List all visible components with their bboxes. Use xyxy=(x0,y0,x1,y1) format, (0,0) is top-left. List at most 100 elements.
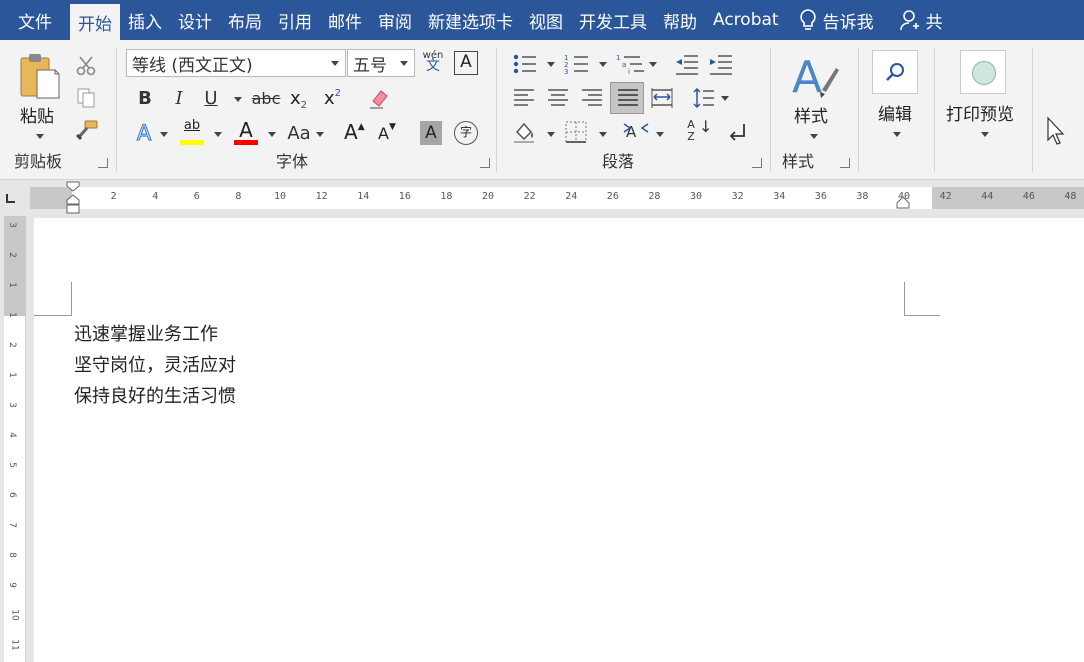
line-spacing-icon[interactable] xyxy=(692,86,716,110)
change-case-button[interactable]: Aa xyxy=(284,120,314,146)
editing-dropdown-icon[interactable] xyxy=(893,132,901,137)
underline-button[interactable]: U xyxy=(200,86,222,110)
align-left-icon[interactable] xyxy=(512,86,536,110)
horizontal-ruler[interactable]: 2 4 6 8 10 12 14 16 18 20 22 24 26 28 30 32 34 36 38 40 42 44… xyxy=(30,181,1084,214)
clipboard-launcher-icon[interactable] xyxy=(98,158,108,168)
text-effects-button[interactable]: A xyxy=(132,120,156,146)
tab-developer[interactable]: 开发工具 xyxy=(571,0,655,40)
vertical-ruler[interactable]: 3 2 1 1 2 1 3 4 5 6 7 8 9 10 11 xyxy=(4,216,26,662)
tab-insert[interactable]: 插入 xyxy=(120,0,170,40)
tab-selector-icon[interactable] xyxy=(4,191,18,205)
chinese-layout-dropdown-icon[interactable] xyxy=(656,132,664,137)
distributed-icon[interactable] xyxy=(650,86,674,110)
font-name-combo[interactable]: 等线 (西文正文) xyxy=(126,49,346,77)
enclose-char-button[interactable]: 字 xyxy=(454,121,478,145)
ruler-number: 14 xyxy=(357,191,370,202)
increase-indent-icon[interactable] xyxy=(708,52,734,76)
align-center-icon[interactable] xyxy=(546,86,570,110)
line-spacing-dropdown-icon[interactable] xyxy=(721,96,729,101)
clear-formatting-icon[interactable] xyxy=(366,86,392,112)
bullets-dropdown-icon[interactable] xyxy=(547,62,555,67)
document-line[interactable]: 坚守岗位，灵活应对 xyxy=(74,351,236,377)
highlight-button[interactable]: ab xyxy=(178,118,206,146)
tab-home[interactable]: 开始 xyxy=(70,4,120,40)
chinese-layout-icon[interactable]: A xyxy=(622,120,650,144)
styles-dropdown-icon[interactable] xyxy=(810,134,818,139)
font-color-dropdown-icon[interactable] xyxy=(268,132,276,137)
tab-review[interactable]: 审阅 xyxy=(370,0,420,40)
font-color-button[interactable]: A xyxy=(232,118,260,146)
paste-dropdown-icon[interactable] xyxy=(36,134,44,139)
tab-file[interactable]: 文件 xyxy=(0,0,70,40)
borders-icon[interactable] xyxy=(564,120,588,144)
phonetic-guide-button[interactable]: wén 文 xyxy=(422,50,444,73)
format-painter-icon[interactable] xyxy=(74,118,100,142)
font-size-combo[interactable]: 五号 xyxy=(347,49,415,77)
styles-button-label[interactable]: 样式 xyxy=(794,102,828,127)
shading-dropdown-icon[interactable] xyxy=(547,132,555,137)
numbering-icon[interactable]: 123 xyxy=(564,52,590,76)
subscript-base: x xyxy=(290,88,301,109)
char-shading-button[interactable]: A xyxy=(420,121,442,145)
editing-button-label[interactable]: 编辑 xyxy=(878,100,912,125)
font-launcher-icon[interactable] xyxy=(480,158,490,168)
share-button[interactable]: 共 xyxy=(882,0,951,40)
underline-dropdown-icon[interactable] xyxy=(234,97,242,102)
show-marks-icon[interactable] xyxy=(726,122,750,144)
bold-button[interactable]: B xyxy=(134,86,156,110)
tab-references[interactable]: 引用 xyxy=(270,0,320,40)
document-line[interactable]: 迅速掌握业务工作 xyxy=(74,320,218,346)
tab-acrobat[interactable]: Acrobat xyxy=(705,0,787,40)
tab-help[interactable]: 帮助 xyxy=(655,0,705,40)
menu-bar: 文件 开始 插入 设计 布局 引用 邮件 审阅 新建选项卡 视图 开发工具 帮助… xyxy=(0,0,1084,40)
sort-button[interactable]: AZ ↓ xyxy=(686,119,712,147)
document-line[interactable]: 保持良好的生活习惯 xyxy=(74,382,236,408)
tab-layout[interactable]: 布局 xyxy=(220,0,270,40)
numbering-dropdown-icon[interactable] xyxy=(599,62,607,67)
paste-icon[interactable] xyxy=(14,52,64,100)
paste-label[interactable]: 粘贴 xyxy=(20,102,54,127)
bullets-icon[interactable] xyxy=(512,52,538,76)
print-preview-button[interactable] xyxy=(960,50,1006,94)
cut-icon[interactable] xyxy=(74,54,98,78)
borders-dropdown-icon[interactable] xyxy=(599,132,607,137)
print-preview-label[interactable]: 打印预览 xyxy=(946,100,1014,125)
italic-button[interactable]: I xyxy=(168,86,190,110)
right-indent-marker[interactable] xyxy=(896,195,910,211)
tell-me-box[interactable]: 告诉我 xyxy=(787,0,882,40)
paragraph-launcher-icon[interactable] xyxy=(752,158,762,168)
shrink-font-button[interactable]: A▼ xyxy=(378,122,396,143)
text-effects-dropdown-icon[interactable] xyxy=(160,132,168,137)
group-divider xyxy=(770,48,771,172)
subscript-button[interactable]: x2 xyxy=(290,88,307,111)
tab-mailings[interactable]: 邮件 xyxy=(320,0,370,40)
grow-font-button[interactable]: A▲ xyxy=(344,120,365,144)
justify-button[interactable] xyxy=(610,82,644,114)
ruler-number: 6 xyxy=(193,191,200,202)
editing-button[interactable] xyxy=(872,50,918,94)
highlight-dropdown-icon[interactable] xyxy=(214,132,222,137)
align-right-icon[interactable] xyxy=(580,86,604,110)
tab-view[interactable]: 视图 xyxy=(521,0,571,40)
tab-new[interactable]: 新建选项卡 xyxy=(420,0,521,40)
shading-icon[interactable] xyxy=(512,120,538,144)
strikethrough-button[interactable]: abc xyxy=(250,86,282,110)
tab-design[interactable]: 设计 xyxy=(170,0,220,40)
margin-corner-top-right xyxy=(904,282,940,316)
first-line-indent-marker[interactable] xyxy=(66,181,80,217)
styles-launcher-icon[interactable] xyxy=(840,158,850,168)
document-page[interactable]: 迅速掌握业务工作 坚守岗位，灵活应对 保持良好的生活习惯 xyxy=(34,218,1084,662)
char-border-button[interactable]: A xyxy=(454,51,478,75)
vertical-ruler-number: 2 xyxy=(6,252,17,258)
styles-icon[interactable]: A xyxy=(792,50,840,100)
print-preview-dropdown-icon[interactable] xyxy=(981,132,989,137)
superscript-button[interactable]: x2 xyxy=(324,88,341,109)
change-case-dropdown-icon[interactable] xyxy=(316,132,324,137)
multilevel-list-icon[interactable]: 1ai xyxy=(616,52,646,76)
justify-icon xyxy=(618,89,638,106)
multilevel-dropdown-icon[interactable] xyxy=(649,62,657,67)
decrease-indent-icon[interactable] xyxy=(674,52,700,76)
copy-icon[interactable] xyxy=(74,86,98,110)
vertical-ruler-number: 1 xyxy=(6,282,17,288)
ruler-number: 22 xyxy=(523,191,536,202)
